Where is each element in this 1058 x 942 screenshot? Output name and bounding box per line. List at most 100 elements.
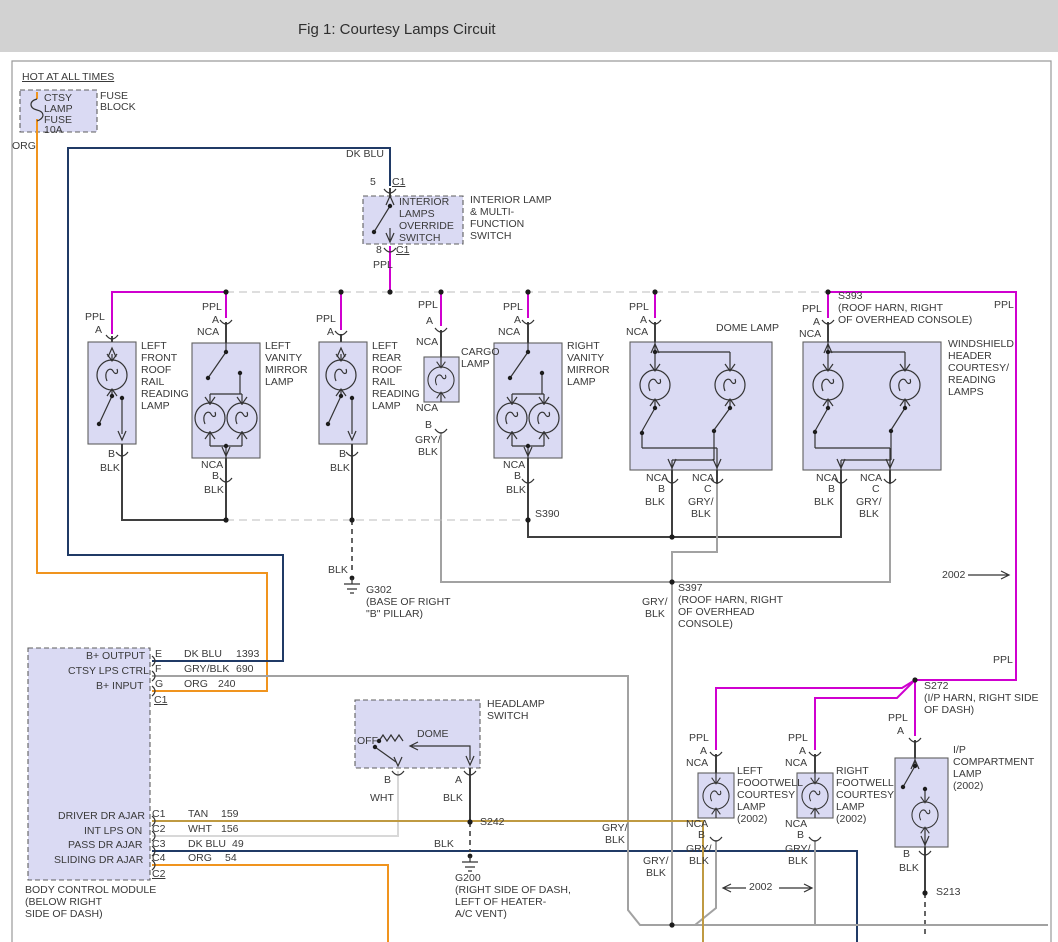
rv-pin-a: A <box>514 314 521 326</box>
ws-pin-a: A <box>813 316 820 328</box>
ground-g200-loc-3: A/C VENT) <box>455 908 507 920</box>
conn-c1-top: C1 <box>392 176 405 188</box>
cargo-ppl: PPL <box>418 299 438 311</box>
rv-name-4: LAMP <box>567 376 596 388</box>
wire-label-ppl-switch: PPL <box>373 259 393 271</box>
wiring-canvas <box>0 0 1058 942</box>
cargo-gryblk-2: BLK <box>418 446 438 458</box>
lf-name-6: LAMP <box>141 400 170 412</box>
bcm-wire-f: GRY/BLK <box>184 663 229 675</box>
ws-name-3: COURTESY/ <box>948 362 1009 374</box>
ip-pin-b: B <box>903 848 910 860</box>
override-switch-4: SWITCH <box>399 232 440 244</box>
bcm-wire-e: DK BLU <box>184 648 222 660</box>
dome-name: DOME LAMP <box>716 322 779 334</box>
lf-name-4: RAIL <box>141 376 164 388</box>
cargo-gryblk-1: GRY/ <box>415 434 440 446</box>
lfw-ppl: PPL <box>689 732 709 744</box>
lr-blk: BLK <box>330 462 350 474</box>
s397-bot-gryblk-1: GRY/ <box>643 855 668 867</box>
ws-pin-c: C <box>872 483 880 495</box>
ws-pin-b: B <box>828 483 835 495</box>
ip-pin-a: A <box>897 725 904 737</box>
lv-name-2: VANITY <box>265 352 302 364</box>
dome-gryblk-1: GRY/ <box>688 496 713 508</box>
bcm-pin-f: F <box>155 663 161 675</box>
headlamp-pin-a: A <box>455 774 462 786</box>
ground-g302-loc-2: "B" PILLAR) <box>366 608 423 620</box>
lv-pin-b: B <box>212 470 219 482</box>
bcm-name-1: BODY CONTROL MODULE <box>25 884 156 896</box>
bcm-pin-label-g: B+ INPUT <box>96 680 144 692</box>
lr-name-3: ROOF <box>372 364 402 376</box>
lf-pin-a: A <box>95 324 102 336</box>
lfw-name-5: (2002) <box>737 813 767 825</box>
cargo-pin-b: B <box>425 419 432 431</box>
mfs-4: SWITCH <box>470 230 511 242</box>
bcm-pin-c4: C4 <box>152 852 165 864</box>
wire-label-org: ORG <box>12 140 36 152</box>
bcm-wire-c4: ORG <box>188 852 212 864</box>
lfw-pin-b: B <box>698 829 705 841</box>
bcm-wire-c1: TAN <box>188 808 208 820</box>
headlamp-switch-2: SWITCH <box>487 710 528 722</box>
bcm-name-2: (BELOW RIGHT <box>25 896 102 908</box>
bcm-pin-label-c2: INT LPS ON <box>84 825 142 837</box>
cargo-nca-bot: NCA <box>416 402 438 414</box>
lfw-name-4: LAMP <box>737 801 766 813</box>
ground-g302-loc-1: (BASE OF RIGHT <box>366 596 451 608</box>
lfw-name-2: FOOOTWELL <box>737 777 803 789</box>
rv-ppl: PPL <box>503 301 523 313</box>
lr-pin-b: B <box>339 448 346 460</box>
ws-name-4: READING <box>948 374 996 386</box>
left-vanity-lamp-box <box>192 343 260 458</box>
bcm-ckt-c1: 159 <box>221 808 239 820</box>
splice-s272-loc-2: OF DASH) <box>924 704 974 716</box>
bcm-pin-c3: C3 <box>152 838 165 850</box>
bcm-f-gryblk-1: GRY/ <box>602 822 627 834</box>
ws-ppl: PPL <box>802 303 822 315</box>
splice-s390: S390 <box>535 508 560 520</box>
lf-blk: BLK <box>100 462 120 474</box>
headlamp-pin-b: B <box>384 774 391 786</box>
g302-blk: BLK <box>328 564 348 576</box>
lf-ppl: PPL <box>85 311 105 323</box>
lf-name-5: READING <box>141 388 189 400</box>
ground-g200: G200 <box>455 872 481 884</box>
bcm-f-gryblk-2: BLK <box>605 834 625 846</box>
dome-blk: BLK <box>645 496 665 508</box>
bcm-wire-c3: DK BLU <box>188 838 226 850</box>
splice-s272: S272 <box>924 680 949 692</box>
bcm-pin-g: G <box>155 678 163 690</box>
bcm-pin-label-f: CTSY LPS CTRL <box>68 665 149 677</box>
fuse-block-2: BLOCK <box>100 101 136 113</box>
dome-ppl: PPL <box>629 301 649 313</box>
lv-ppl: PPL <box>202 301 222 313</box>
s397-gryblk-2: BLK <box>645 608 665 620</box>
rfw-gryblk-2: BLK <box>788 855 808 867</box>
bcm-ckt-c3: 49 <box>232 838 244 850</box>
lv-name-1: LEFT <box>265 340 291 352</box>
headlamp-wht: WHT <box>370 792 394 804</box>
ws-gryblk-2: BLK <box>859 508 879 520</box>
lr-name-2: REAR <box>372 352 401 364</box>
rv-blk: BLK <box>506 484 526 496</box>
dome-pin-a: A <box>640 314 647 326</box>
splice-s397-loc-2: OF OVERHEAD <box>678 606 754 618</box>
splice-s242: S242 <box>480 816 505 828</box>
bcm-pin-c2: C2 <box>152 823 165 835</box>
rfw-name-1: RIGHT <box>836 765 869 777</box>
lfw-gryblk-1: GRY/ <box>686 843 711 855</box>
wiring-diagram-page: Fig 1: Courtesy Lamps Circuit <box>0 0 1058 942</box>
bcm-conn-c1: C1 <box>154 694 167 706</box>
year-2002-bottom: 2002 <box>749 881 772 893</box>
conn-c1-bot: C1 <box>396 244 409 256</box>
year-2002-right: 2002 <box>942 569 965 581</box>
lr-ppl: PPL <box>316 313 336 325</box>
ws-blk: BLK <box>814 496 834 508</box>
rfw-pin-b: B <box>797 829 804 841</box>
splice-s213: S213 <box>936 886 961 898</box>
headlamp-blk: BLK <box>443 792 463 804</box>
lr-name-1: LEFT <box>372 340 398 352</box>
lv-pin-a: A <box>212 314 219 326</box>
